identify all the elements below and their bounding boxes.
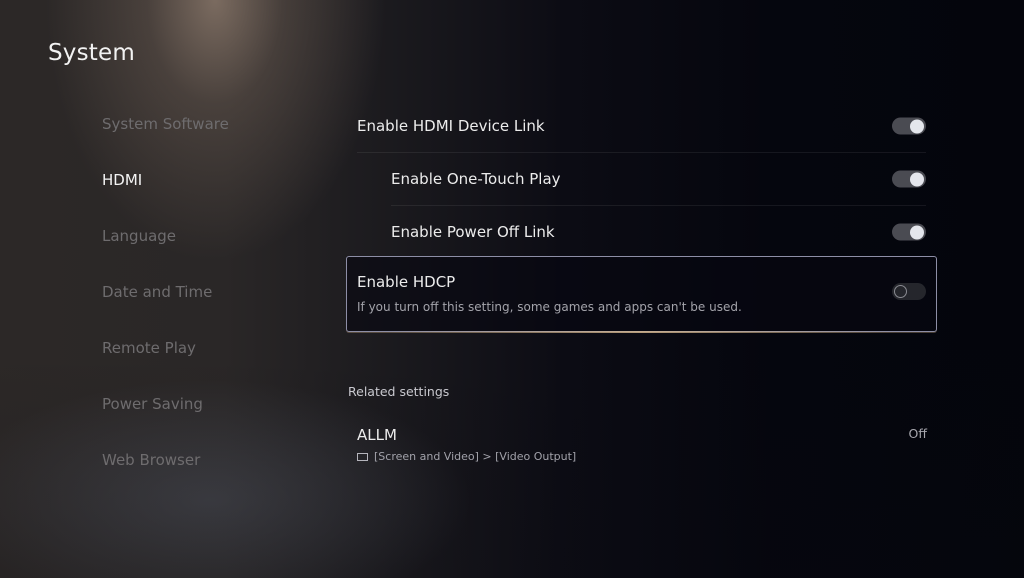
setting-power-off-link[interactable]: Enable Power Off Link [391,206,926,258]
page-title: System [48,40,135,66]
toggle-knob [910,225,924,239]
power-off-link-toggle[interactable] [892,223,926,241]
setting-label: Enable One-Touch Play [391,170,561,188]
setting-path: [Screen and Video] > [Video Output] [357,450,927,463]
sidebar-item-hdmi[interactable]: HDMI [102,168,229,224]
screen-icon [357,452,368,461]
hdcp-toggle[interactable] [892,283,926,300]
related-setting-allm[interactable]: ALLM Off [Screen and Video] > [Video Out… [357,426,927,463]
setting-description: If you turn off this setting, some games… [357,300,742,314]
setting-label: Enable Power Off Link [391,223,555,241]
sidebar-item-system-software[interactable]: System Software [102,112,229,168]
sidebar-item-language[interactable]: Language [102,224,229,280]
toggle-knob [910,172,924,186]
setting-hdcp[interactable]: Enable HDCP If you turn off this setting… [346,256,937,333]
setting-label: ALLM [357,426,397,444]
setting-hdmi-device-link[interactable]: Enable HDMI Device Link [357,100,926,153]
sidebar-item-web-browser[interactable]: Web Browser [102,448,229,504]
sidebar-item-power-saving[interactable]: Power Saving [102,392,229,448]
toggle-knob [894,285,907,298]
setting-label: Enable HDCP [357,273,456,291]
setting-one-touch-play[interactable]: Enable One-Touch Play [391,153,926,206]
sidebar-item-remote-play[interactable]: Remote Play [102,336,229,392]
settings-panel: Enable HDMI Device Link Enable One-Touch… [347,100,937,258]
one-touch-play-toggle[interactable] [892,170,926,188]
sidebar-nav: System Software HDMI Language Date and T… [102,112,229,504]
focus-glow [387,331,896,333]
toggle-knob [910,119,924,133]
setting-label: Enable HDMI Device Link [357,117,545,135]
setting-path-text: [Screen and Video] > [Video Output] [374,450,577,463]
related-settings-heading: Related settings [348,384,450,399]
hdmi-device-link-toggle[interactable] [892,117,926,135]
setting-value: Off [908,426,927,441]
sidebar-item-date-and-time[interactable]: Date and Time [102,280,229,336]
